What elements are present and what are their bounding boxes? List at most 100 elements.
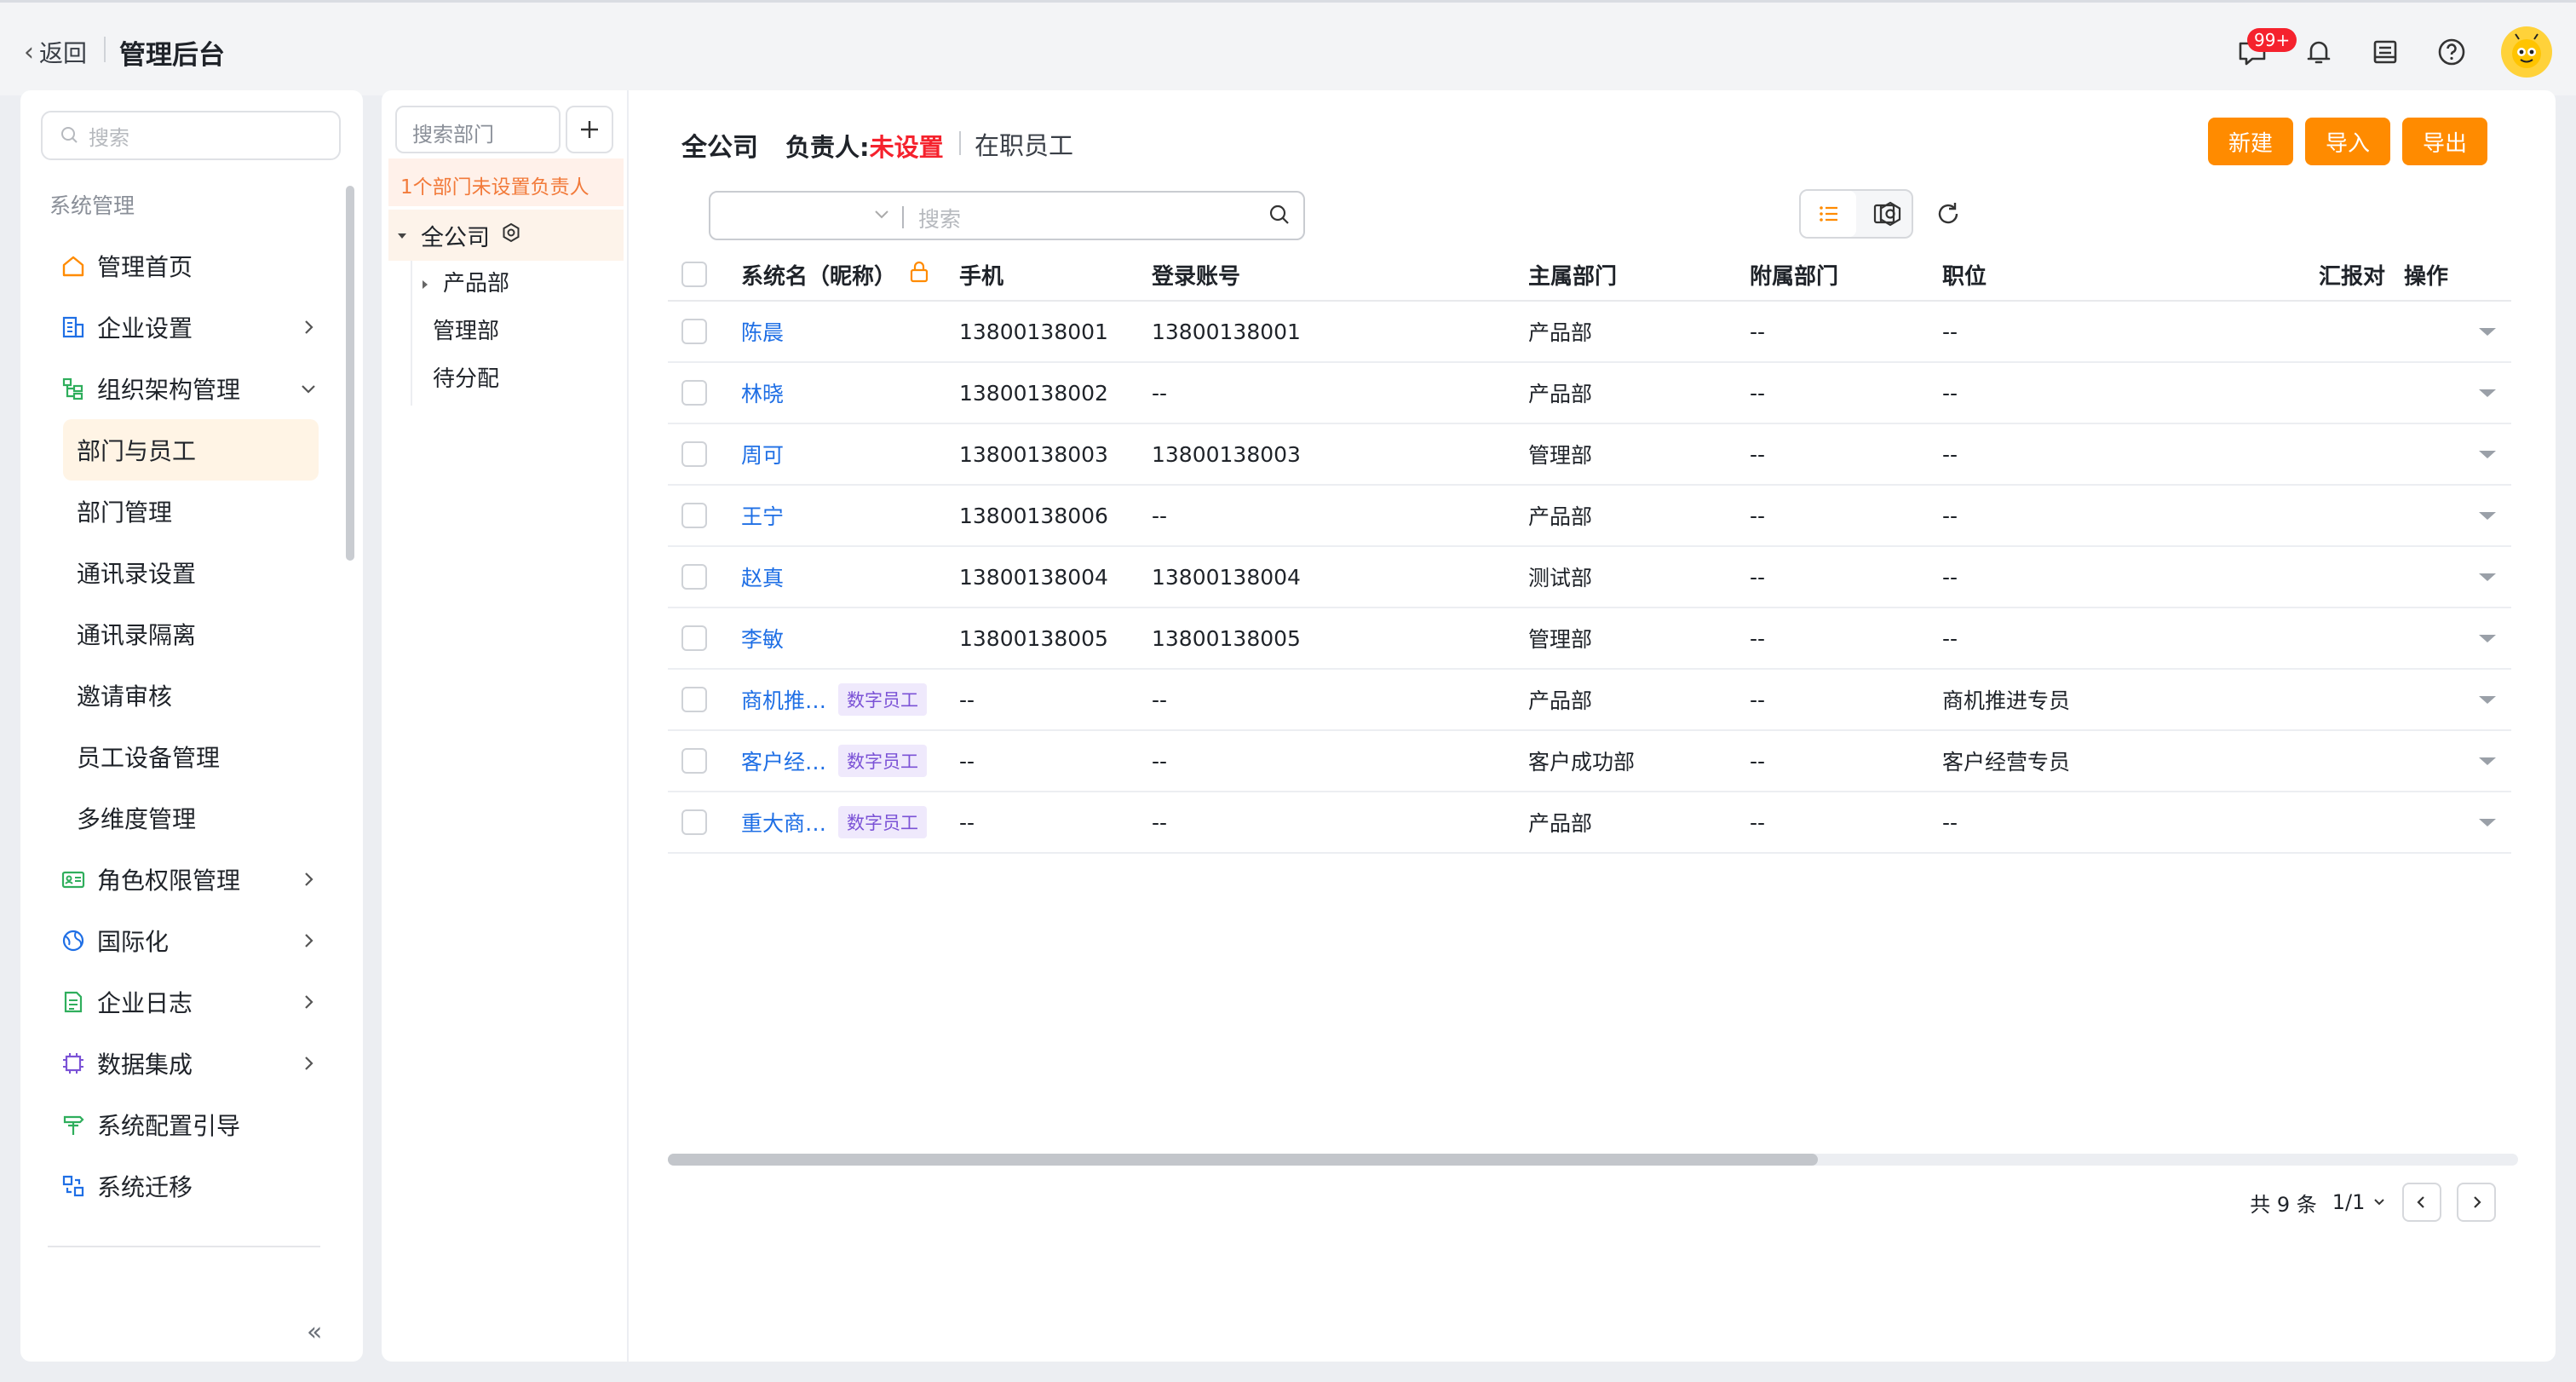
search-icon[interactable] [1268,203,1291,230]
table-row[interactable]: 李敏 13800138005 13800138005 管理部 -- -- [668,608,2511,670]
dept-warning[interactable]: 1个部门未设置负责人 [388,158,624,206]
employee-search-input[interactable]: 搜索 [709,191,1305,240]
sidebar-item-org-management[interactable]: 组织架构管理 [46,358,337,419]
sidebar-search-placeholder: 搜索 [89,125,129,150]
sidebar-item-label: 多维度管理 [77,805,197,833]
employee-name-link[interactable]: 王宁 [741,500,784,531]
scrollbar-thumb[interactable] [668,1154,1818,1166]
row-checkbox[interactable] [681,564,707,590]
sidebar-search-input[interactable]: 搜索 [41,111,341,160]
row-actions-dropdown-icon[interactable] [2479,757,2496,765]
sidebar-item-role-permissions[interactable]: 角色权限管理 [46,849,337,910]
row-actions-dropdown-icon[interactable] [2479,450,2496,458]
page-select[interactable]: 1/1 [2332,1190,2387,1214]
dept-search-input[interactable]: 搜索部门 [395,106,561,153]
sidebar-item-migration[interactable]: 系统迁移 [46,1155,337,1217]
back-button[interactable]: ‹ 返回 [24,35,87,69]
collapse-sidebar-button[interactable]: « [307,1317,322,1347]
tasks-button[interactable] [2368,35,2402,69]
employee-name-link[interactable]: 周可 [741,439,784,469]
row-checkbox[interactable] [681,503,707,528]
sidebar-item-contacts-isolation[interactable]: 通讯录隔离 [46,603,337,665]
plus-icon [581,121,598,138]
col-header-reports-to: 汇报对 [2319,263,2386,290]
table-row[interactable]: 陈晨 13800138001 13800138001 产品部 -- -- [668,302,2511,363]
notifications-button[interactable] [2302,35,2336,69]
dept-node-product[interactable]: 产品部 [419,266,509,297]
employee-name-link[interactable]: 客户经… [741,746,826,776]
select-all-checkbox[interactable] [681,262,707,287]
sidebar-item-dept-employees[interactable]: 部门与员工 [63,419,319,481]
prev-page-button[interactable] [2402,1183,2441,1222]
sidebar-item-invite-review[interactable]: 邀请审核 [46,665,337,726]
employee-name-link[interactable]: 赵真 [741,561,784,592]
sidebar-item-data-integration[interactable]: 数据集成 [46,1033,337,1094]
table-row[interactable]: 周可 13800138003 13800138003 管理部 -- -- [668,424,2511,486]
export-button[interactable]: 导出 [2402,118,2487,165]
sidebar-item-device-management[interactable]: 员工设备管理 [46,726,337,787]
row-actions-dropdown-icon[interactable] [2479,327,2496,336]
row-checkbox[interactable] [681,687,707,712]
dept-tree-root[interactable]: 全公司 [388,210,624,261]
cell-dept: 客户成功部 [1528,750,1636,774]
table-row[interactable]: 王宁 13800138006 -- 产品部 -- -- [668,486,2511,547]
sidebar-item-home[interactable]: 管理首页 [46,235,337,297]
employee-name-link[interactable]: 李敏 [741,623,784,654]
chevron-left-icon [2417,1196,2424,1208]
owner-info[interactable]: 负责人:未设置 [785,128,944,164]
cell-phone: 13800138004 [959,564,1108,590]
row-checkbox[interactable] [681,441,707,467]
row-checkbox[interactable] [681,380,707,406]
chevron-down-icon[interactable] [871,203,893,228]
title-divider [104,37,106,62]
settings-icon[interactable] [1876,199,1905,232]
dept-node-unassigned[interactable]: 待分配 [433,361,499,393]
cell-sub-dept: -- [1750,809,1766,835]
help-button[interactable] [2435,35,2469,69]
row-checkbox[interactable] [681,809,707,835]
lock-icon[interactable] [908,260,930,290]
row-actions-dropdown-icon[interactable] [2479,573,2496,581]
sidebar-item-enterprise-log[interactable]: 企业日志 [46,971,337,1033]
row-actions-dropdown-icon[interactable] [2479,634,2496,642]
row-actions-dropdown-icon[interactable] [2479,695,2496,704]
employee-name-link[interactable]: 陈晨 [741,316,784,347]
row-actions-dropdown-icon[interactable] [2479,389,2496,397]
message-button[interactable]: 99+ [2235,28,2297,69]
dept-node-management[interactable]: 管理部 [433,314,499,345]
table-row[interactable]: 重大商… 数字员工 -- -- 产品部 -- -- [668,792,2511,854]
sidebar-item-label: 部门与员工 [77,437,197,465]
refresh-icon[interactable] [1934,199,1963,232]
table-row[interactable]: 林晓 13800138002 -- 产品部 -- -- [668,363,2511,424]
sidebar-item-enterprise-settings[interactable]: 企业设置 [46,297,337,358]
row-checkbox[interactable] [681,748,707,774]
row-actions-dropdown-icon[interactable] [2479,511,2496,520]
employee-name-link[interactable]: 林晓 [741,377,784,408]
import-button[interactable]: 导入 [2305,118,2390,165]
add-dept-button[interactable] [566,106,613,153]
settings-icon[interactable] [500,222,522,250]
row-checkbox[interactable] [681,625,707,651]
sidebar-item-i18n[interactable]: 国际化 [46,910,337,971]
table-row[interactable]: 赵真 13800138004 13800138004 测试部 -- -- [668,547,2511,608]
row-checkbox[interactable] [681,319,707,344]
employee-name-link[interactable]: 商机推… [741,684,826,715]
cell-position: -- [1942,503,1958,528]
employee-name-link[interactable]: 重大商… [741,807,826,838]
new-button[interactable]: 新建 [2208,118,2293,165]
sidebar-item-config-guide[interactable]: 系统配置引导 [46,1094,337,1155]
next-page-button[interactable] [2457,1183,2496,1222]
sidebar-item-dept-management[interactable]: 部门管理 [46,481,337,542]
row-actions-dropdown-icon[interactable] [2479,818,2496,826]
cell-sub-dept: -- [1750,564,1766,590]
user-avatar[interactable] [2501,26,2552,78]
table-row[interactable]: 商机推… 数字员工 -- -- 产品部 -- 商机推进专员 [668,670,2511,731]
table-row[interactable]: 客户经… 数字员工 -- -- 客户成功部 -- 客户经营专员 [668,731,2511,792]
horizontal-scrollbar[interactable] [668,1154,2518,1166]
sidebar-scrollbar[interactable] [346,186,354,561]
sidebar-item-multi-dimension[interactable]: 多维度管理 [46,787,337,849]
chevron-right-icon [298,1051,319,1080]
list-view-button[interactable] [1801,191,1856,237]
cell-account: -- [1152,503,1168,528]
sidebar-item-contacts-settings[interactable]: 通讯录设置 [46,542,337,603]
